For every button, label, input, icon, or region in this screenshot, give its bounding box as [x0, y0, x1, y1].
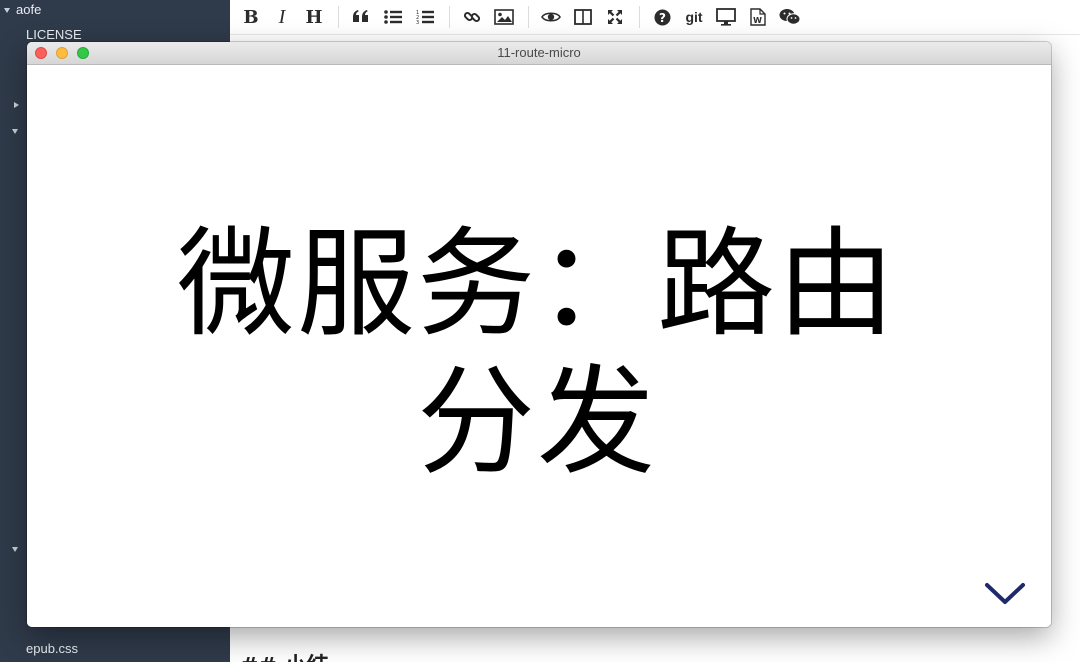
toolbar-divider: [639, 6, 640, 28]
image-icon: [494, 9, 514, 25]
sidebar-folder-root[interactable]: aofe: [0, 1, 230, 19]
window-title: 11-route-micro: [497, 45, 581, 60]
help-button[interactable]: ?: [650, 5, 674, 29]
window-titlebar[interactable]: 11-route-micro: [27, 42, 1051, 65]
eye-icon: [541, 12, 561, 22]
word-export-button[interactable]: W: [746, 5, 770, 29]
disclosure-open-icon[interactable]: [4, 8, 10, 13]
list-ul-icon: [384, 10, 402, 24]
slide-title: 微服务：路由分发: [177, 215, 898, 491]
quote-icon: [353, 10, 368, 22]
disclosure-open-icon[interactable]: [12, 129, 18, 134]
git-button[interactable]: git: [682, 5, 706, 29]
link-icon: [463, 11, 481, 23]
italic-button[interactable]: I: [270, 5, 294, 29]
next-slide-button[interactable]: [983, 579, 1027, 609]
toolbar-divider: [528, 6, 529, 28]
sidebar-folder-label: aofe: [16, 2, 42, 17]
expand-icon: [608, 10, 622, 24]
sidebar-item-label: LICENSE: [26, 27, 82, 42]
columns-icon: [574, 9, 592, 25]
image-button[interactable]: [492, 5, 516, 29]
wechat-button[interactable]: [778, 5, 802, 29]
preview-window: 11-route-micro 微服务：路由分发: [27, 42, 1051, 627]
sidebar-item-label: epub.css: [26, 641, 79, 656]
unordered-list-button[interactable]: [381, 5, 405, 29]
wechat-icon: [779, 9, 801, 25]
word-file-icon: W: [750, 8, 766, 26]
slide-canvas: 微服务：路由分发: [27, 65, 1051, 627]
side-by-side-button[interactable]: [571, 5, 595, 29]
ordered-list-button[interactable]: 123: [413, 5, 437, 29]
toolbar-divider: [338, 6, 339, 28]
question-icon: ?: [654, 9, 670, 25]
svg-text:W: W: [753, 16, 762, 25]
presentation-button[interactable]: [714, 5, 738, 29]
svg-text:?: ?: [659, 11, 666, 25]
quote-button[interactable]: [349, 5, 373, 29]
list-ol-icon: 123: [416, 10, 434, 25]
link-button[interactable]: [460, 5, 484, 29]
editor-toolbar: B I H 123 ? git W: [230, 0, 1080, 35]
disclosure-open-icon[interactable]: [12, 547, 18, 552]
svg-text:3: 3: [416, 20, 419, 25]
sidebar-item-epub-css[interactable]: epub.css: [0, 640, 230, 658]
disclosure-closed-icon[interactable]: [14, 102, 19, 108]
bold-button[interactable]: B: [239, 5, 263, 29]
monitor-icon: [716, 8, 736, 26]
toolbar-divider: [449, 6, 450, 28]
fullscreen-button[interactable]: [603, 5, 627, 29]
preview-button[interactable]: [539, 5, 563, 29]
chevron-down-icon: [985, 583, 1025, 604]
editor-heading-text[interactable]: ## 小结: [240, 648, 329, 662]
heading-button[interactable]: H: [302, 5, 326, 29]
